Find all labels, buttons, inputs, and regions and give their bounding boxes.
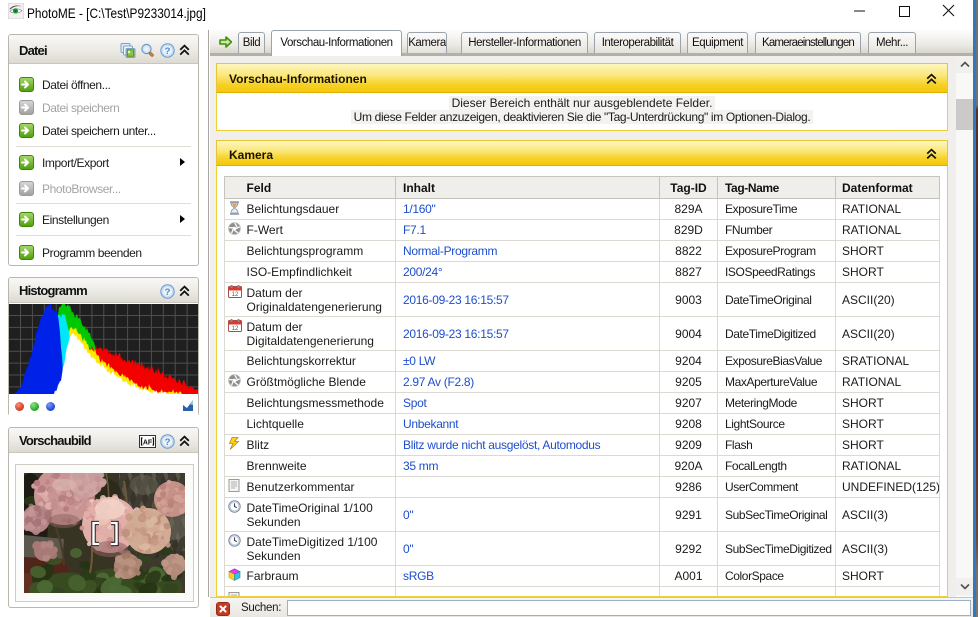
svg-text:?: ? bbox=[165, 437, 171, 448]
svg-text:AF: AF bbox=[143, 439, 153, 446]
svg-text:12: 12 bbox=[232, 292, 239, 298]
svg-text:?: ? bbox=[165, 287, 171, 298]
svg-text:?: ? bbox=[165, 46, 171, 57]
svg-text:12: 12 bbox=[232, 326, 239, 332]
